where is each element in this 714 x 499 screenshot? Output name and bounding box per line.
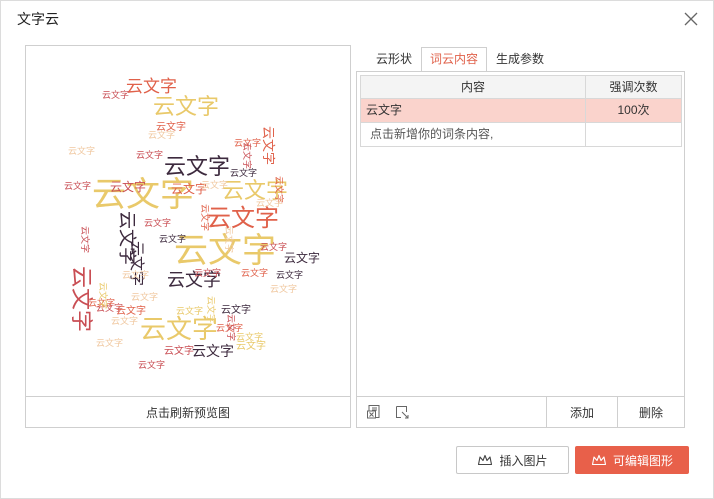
- cloud-word: 云文字: [225, 314, 237, 341]
- cloud-word: 云文字: [256, 197, 283, 209]
- new-entry-placeholder[interactable]: 点击新增你的词条内容,: [360, 123, 586, 147]
- delete-button[interactable]: 删除: [617, 397, 684, 427]
- cloud-word: 云文字: [144, 217, 171, 229]
- cloud-word: 云文字: [138, 359, 165, 371]
- cloud-word: 云文字: [260, 241, 287, 253]
- clear-format-icon[interactable]: [394, 404, 410, 420]
- cloud-word: 云文字: [159, 233, 186, 245]
- panel-footer: 添加 删除: [357, 396, 684, 427]
- import-excel-icon[interactable]: [366, 404, 382, 420]
- cloud-word: 云文字: [116, 304, 146, 317]
- column-header-emphasis: 强调次数: [586, 75, 682, 99]
- cloud-word: 云文字: [96, 337, 123, 349]
- dialog-title: 文字云: [17, 11, 59, 27]
- cloud-word: 云文字: [136, 149, 163, 161]
- close-icon[interactable]: [683, 11, 699, 27]
- cloud-word: 云文字: [131, 291, 158, 303]
- cloud-word: 云文字: [122, 269, 149, 281]
- cloud-word: 云文字: [64, 180, 91, 192]
- cloud-word: 云文字: [192, 344, 234, 360]
- new-entry-row[interactable]: 点击新增你的词条内容,: [360, 123, 682, 147]
- crown-icon: [477, 453, 493, 467]
- cloud-word: 云文字: [97, 282, 109, 309]
- cloud-word: 云文字: [270, 283, 297, 295]
- cloud-word: 云文字: [68, 145, 95, 157]
- refresh-preview-button[interactable]: 点击刷新预览图: [26, 396, 350, 427]
- editable-shape-label: 可编辑图形: [612, 453, 673, 468]
- table-header: 内容 强调次数: [360, 75, 682, 99]
- tab-bar: 云形状 词云内容 生成参数: [367, 47, 553, 71]
- crown-icon: [591, 453, 607, 467]
- add-button[interactable]: 添加: [546, 397, 617, 427]
- cloud-word: 云文字: [126, 77, 177, 97]
- insert-image-button[interactable]: 插入图片: [456, 446, 569, 474]
- word-cloud-preview[interactable]: 云文字 云文字 云文字 云文字 云文字 云文字 云文字 云文字 云文字 云文字 云文字 云文字 云文字云…: [26, 46, 350, 396]
- cloud-word: 云文字: [194, 267, 221, 279]
- insert-image-label: 插入图片: [499, 453, 548, 468]
- emphasis-count-cell[interactable]: 100次: [586, 99, 682, 123]
- cloud-word: 云文字: [153, 95, 219, 120]
- cloud-word: 云文字: [241, 267, 268, 279]
- editable-shape-button[interactable]: 可编辑图形: [575, 446, 689, 474]
- cloud-word: 云文字: [236, 331, 263, 343]
- new-entry-count-cell[interactable]: [586, 123, 682, 147]
- cloud-word: 云文字: [284, 250, 320, 265]
- cloud-word: 云文字: [148, 129, 175, 141]
- cloud-word: 云文字: [230, 167, 257, 179]
- preview-panel: 云文字 云文字 云文字 云文字 云文字 云文字 云文字 云文字 云文字 云文字 云文字 云文字 云文字云…: [25, 45, 351, 428]
- cloud-word: 云文字: [205, 296, 217, 323]
- cloud-word: 云文字: [199, 204, 211, 231]
- tab-cloud-content[interactable]: 词云内容: [421, 47, 488, 71]
- cloud-word: 云文字: [102, 89, 129, 101]
- tab-generate-params[interactable]: 生成参数: [487, 47, 553, 71]
- cloud-word: 云文字: [79, 226, 91, 253]
- cloud-word: 云文字: [110, 179, 146, 194]
- word-cell[interactable]: 云文字: [360, 99, 586, 123]
- word-table: 内容 强调次数 云文字 100次 点击新增你的词条内容,: [360, 75, 682, 147]
- cloud-word: 云文字: [201, 179, 228, 191]
- word-cloud-dialog: 文字云 云文字 云文字 云文字 云文字 云文字 云文字 云文字 云文字 云文字 云文字 云文字 云文字…: [0, 0, 714, 499]
- cloud-word: 云文字: [241, 142, 253, 169]
- tab-cloud-shape[interactable]: 云形状: [367, 47, 421, 71]
- cloud-word: 云文字: [223, 226, 235, 253]
- content-panel: 内容 强调次数 云文字 100次 点击新增你的词条内容, 添加 删除: [356, 71, 685, 428]
- cloud-word: 云文字: [276, 269, 303, 281]
- table-row[interactable]: 云文字 100次: [360, 99, 682, 123]
- cloud-word: 云文字: [164, 344, 194, 357]
- column-header-content: 内容: [360, 75, 586, 99]
- cloud-word: 云文字: [260, 126, 275, 165]
- cloud-word: 云文字: [176, 305, 203, 317]
